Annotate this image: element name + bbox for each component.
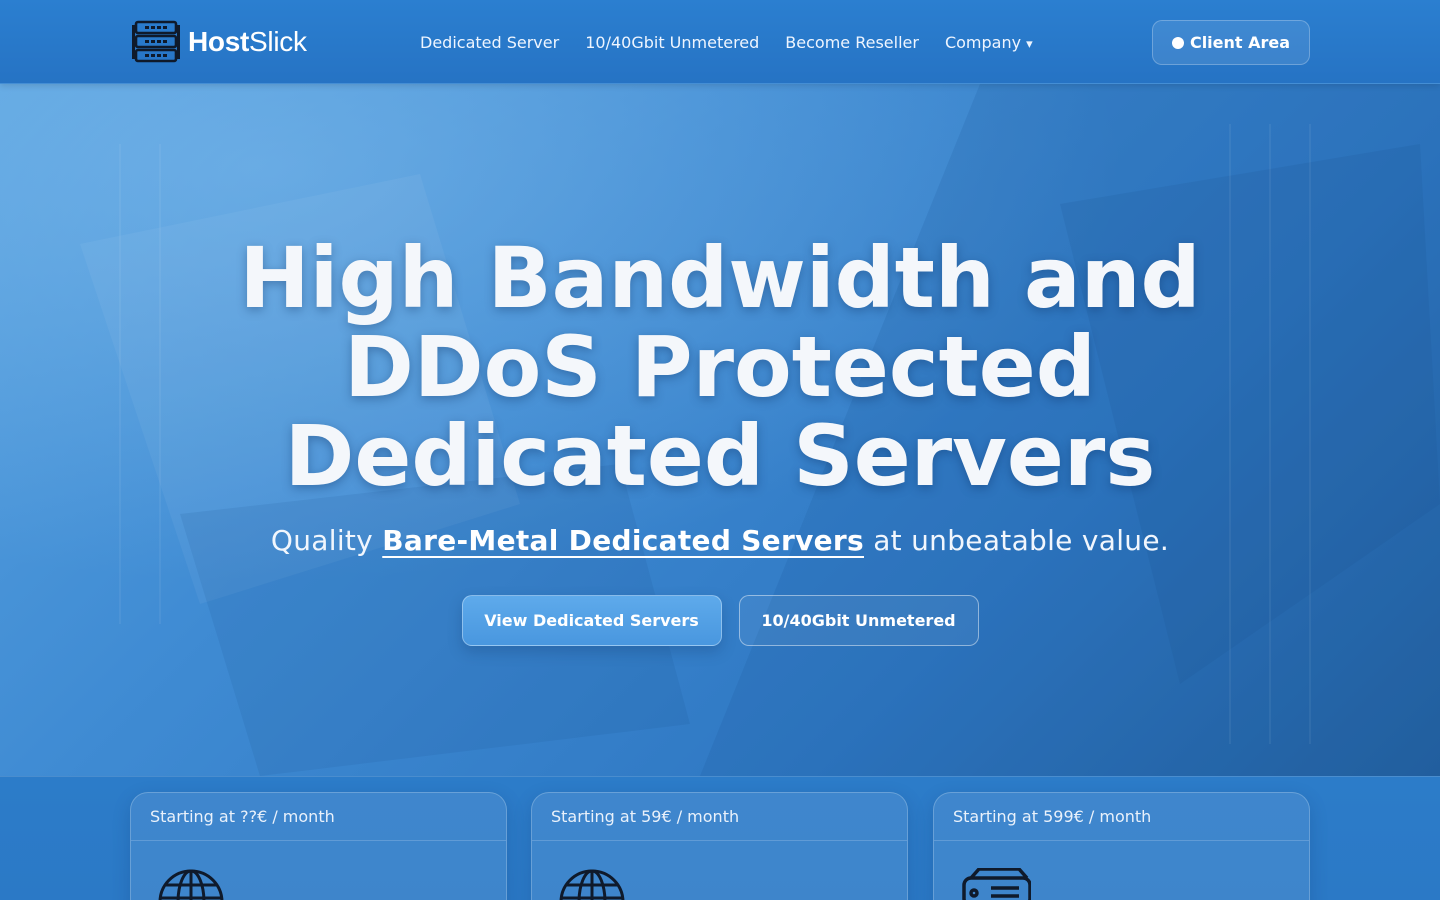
card-price-header: Starting at ??€ / month (131, 793, 506, 841)
nav-dedicated-server[interactable]: Dedicated Server (420, 29, 559, 56)
bare-metal-link[interactable]: Bare-Metal Dedicated Servers (382, 524, 864, 557)
hero-title: High Bandwidth and DDoS Protected Dedica… (0, 234, 1440, 501)
server-rack-icon (132, 20, 180, 63)
globe-icon (158, 869, 224, 900)
brand-logo-link[interactable]: HostSlick (132, 19, 307, 65)
unmetered-button[interactable]: 10/40Gbit Unmetered (738, 595, 979, 646)
server-drive-icon (962, 868, 1031, 900)
status-dot-icon (1171, 36, 1184, 49)
client-area-label: Client Area (1189, 33, 1291, 52)
client-area-button[interactable]: Client Area (1152, 20, 1310, 65)
hero-title-line-2: DDoS Protected (344, 318, 1096, 416)
hero-subtitle-suffix: at unbeatable value. (864, 524, 1170, 557)
hero-subtitle: Quality Bare-Metal Dedicated Servers at … (0, 524, 1440, 557)
hero-section: High Bandwidth and DDoS Protected Dedica… (0, 84, 1440, 776)
card-price-header: Starting at 599€ / month (934, 793, 1309, 841)
pricing-card[interactable]: Starting at 599€ / month (933, 792, 1310, 900)
nav-become-reseller[interactable]: Become Reseller (785, 29, 919, 56)
pricing-cards-section: Starting at ??€ / month Starting at 59€ … (0, 776, 1440, 900)
main-nav: Dedicated Server 10/40Gbit Unmetered Bec… (420, 0, 1033, 84)
pricing-card[interactable]: Starting at 59€ / month (531, 792, 908, 900)
hero-title-line-3: Dedicated Servers (284, 407, 1156, 505)
chevron-down-icon: ▾ (1026, 36, 1033, 52)
view-dedicated-servers-button[interactable]: View Dedicated Servers (461, 595, 722, 646)
nav-company-label: Company (944, 32, 1022, 52)
nav-unmetered[interactable]: 10/40Gbit Unmetered (585, 29, 759, 56)
globe-icon (559, 869, 625, 900)
navbar: HostSlick Dedicated Server 10/40Gbit Unm… (0, 0, 1440, 84)
brand-name: HostSlick (188, 26, 307, 57)
card-price-header: Starting at 59€ / month (532, 793, 907, 841)
nav-company-dropdown[interactable]: Company ▾ (945, 29, 1033, 56)
hero-subtitle-prefix: Quality (270, 524, 383, 557)
pricing-card[interactable]: Starting at ??€ / month (130, 792, 507, 900)
hero-title-line-1: High Bandwidth and (239, 229, 1201, 327)
hero-buttons: View Dedicated Servers 10/40Gbit Unmeter… (0, 595, 1440, 646)
